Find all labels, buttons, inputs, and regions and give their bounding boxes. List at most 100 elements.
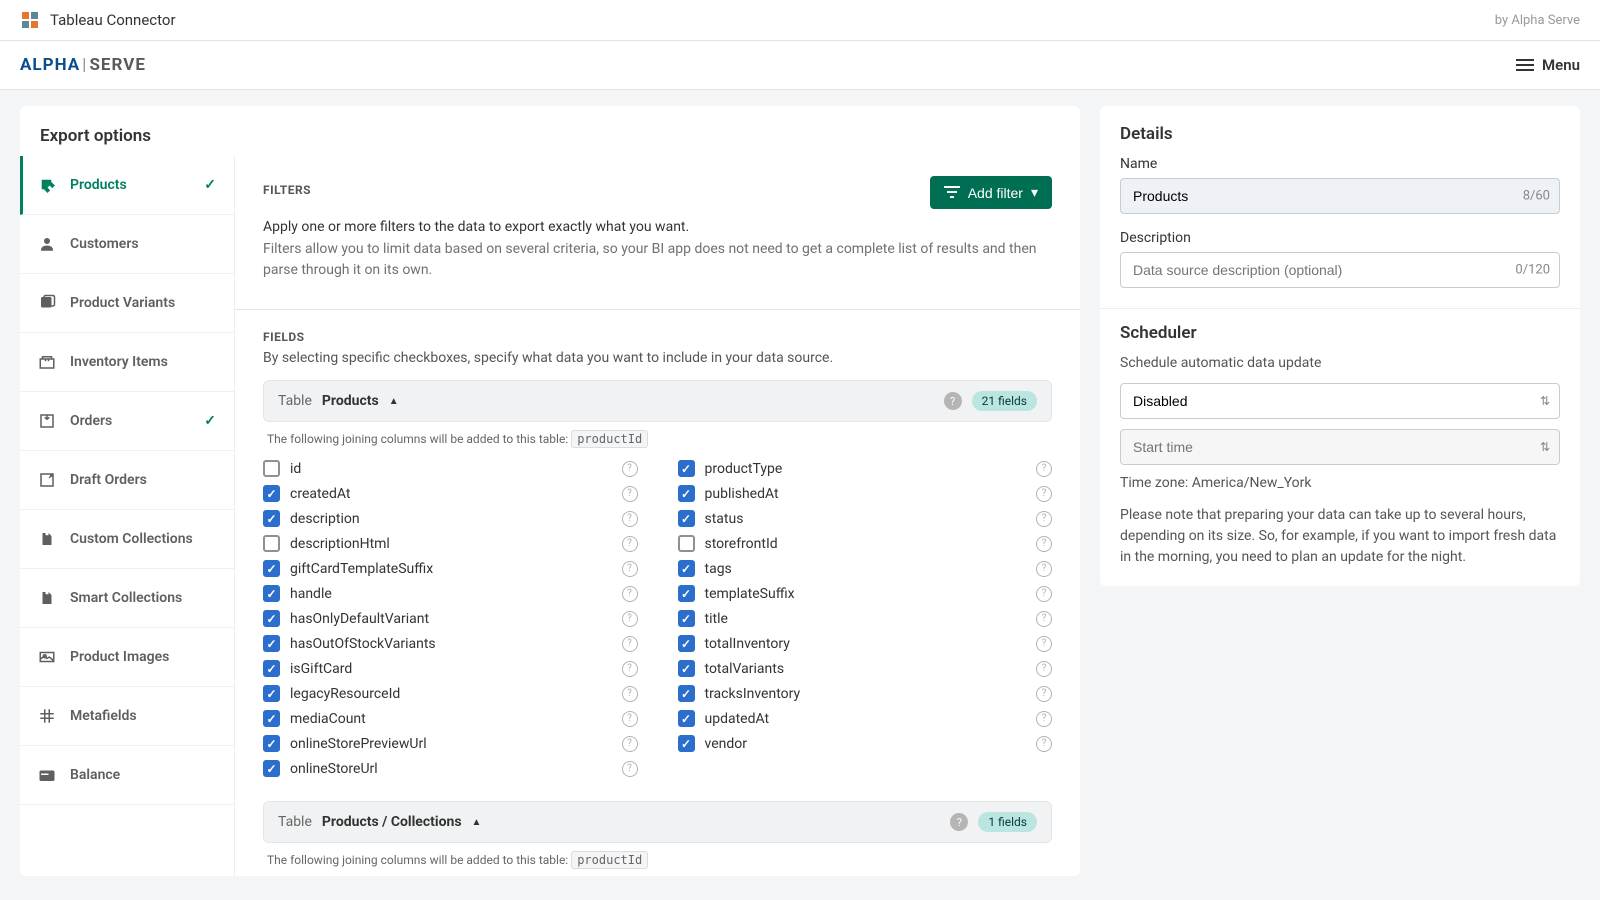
help-icon[interactable]: ? (1036, 661, 1052, 677)
help-icon[interactable]: ? (1036, 736, 1052, 752)
help-icon[interactable]: ? (1036, 461, 1052, 477)
add-filter-button[interactable]: Add filter ▾ (930, 176, 1052, 209)
scheduler-note: Please note that preparing your data can… (1120, 505, 1560, 568)
help-icon[interactable]: ? (950, 813, 968, 831)
help-icon[interactable]: ? (944, 392, 962, 410)
field-checkbox[interactable] (678, 510, 695, 527)
field-checkbox[interactable] (678, 560, 695, 577)
help-icon[interactable]: ? (622, 611, 638, 627)
help-icon[interactable]: ? (1036, 561, 1052, 577)
sidebar-item-customers[interactable]: Customers (20, 215, 234, 274)
help-icon[interactable]: ? (1036, 686, 1052, 702)
sidebar-item-balance[interactable]: Balance (20, 746, 234, 805)
name-input[interactable] (1120, 178, 1560, 214)
help-icon[interactable]: ? (622, 736, 638, 752)
scheduler-mode-select[interactable]: Disabled (1120, 383, 1560, 419)
table-header-collections[interactable]: Table Products / Collections ▲ ? 1 field… (263, 801, 1052, 843)
sidebar-icon (38, 471, 56, 489)
field-checkbox[interactable] (263, 710, 280, 727)
desc-input[interactable] (1120, 252, 1560, 288)
field-checkbox[interactable] (263, 485, 280, 502)
help-icon[interactable]: ? (1036, 586, 1052, 602)
field-checkbox[interactable] (678, 460, 695, 477)
help-icon[interactable]: ? (622, 636, 638, 652)
sidebar-icon (38, 589, 56, 607)
field-checkbox[interactable] (678, 710, 695, 727)
divider (235, 309, 1080, 310)
help-icon[interactable]: ? (622, 511, 638, 527)
sidebar-icon (38, 294, 56, 312)
field-item: legacyResourceId? (263, 681, 638, 706)
help-icon[interactable]: ? (1036, 636, 1052, 652)
joining-note-text: The following joining columns will be ad… (267, 432, 568, 446)
field-checkbox[interactable] (678, 735, 695, 752)
sidebar-item-products[interactable]: Products✓ (20, 156, 234, 215)
help-icon[interactable]: ? (622, 661, 638, 677)
field-checkbox[interactable] (263, 585, 280, 602)
sidebar-icon (38, 530, 56, 548)
field-checkbox[interactable] (263, 660, 280, 677)
table-header-products[interactable]: Table Products ▲ ? 21 fields (263, 380, 1052, 422)
sidebar-item-smart-collections[interactable]: Smart Collections (20, 569, 234, 628)
filter-icon (944, 185, 960, 201)
add-filter-label: Add filter (968, 185, 1023, 201)
app-title: Tableau Connector (50, 11, 176, 29)
field-checkbox[interactable] (678, 585, 695, 602)
help-icon[interactable]: ? (622, 711, 638, 727)
field-checkbox[interactable] (263, 560, 280, 577)
sidebar-item-label: Products (70, 177, 127, 193)
content: FILTERS Add filter ▾ Apply one or more f… (235, 156, 1080, 876)
select-caret-icon: ⇅ (1540, 440, 1550, 454)
field-name: onlineStoreUrl (290, 761, 612, 777)
sidebar-item-custom-collections[interactable]: Custom Collections (20, 510, 234, 569)
field-checkbox[interactable] (678, 660, 695, 677)
field-checkbox[interactable] (263, 635, 280, 652)
field-checkbox[interactable] (263, 460, 280, 477)
field-name: isGiftCard (290, 661, 612, 677)
help-icon[interactable]: ? (622, 486, 638, 502)
sidebar-item-label: Customers (70, 236, 139, 252)
field-checkbox[interactable] (263, 510, 280, 527)
field-item: totalVariants? (678, 656, 1053, 681)
sidebar-item-product-variants[interactable]: Product Variants (20, 274, 234, 333)
help-icon[interactable]: ? (622, 561, 638, 577)
field-item: hasOnlyDefaultVariant? (263, 606, 638, 631)
field-checkbox[interactable] (678, 485, 695, 502)
field-checkbox[interactable] (678, 635, 695, 652)
help-icon[interactable]: ? (1036, 536, 1052, 552)
field-item: totalInventory? (678, 631, 1053, 656)
sidebar-item-product-images[interactable]: Product Images (20, 628, 234, 687)
menu-button[interactable]: Menu (1516, 56, 1580, 74)
help-icon[interactable]: ? (1036, 486, 1052, 502)
help-icon[interactable]: ? (622, 536, 638, 552)
field-name: publishedAt (705, 486, 1027, 502)
field-checkbox[interactable] (678, 610, 695, 627)
field-checkbox[interactable] (263, 535, 280, 552)
field-checkbox[interactable] (263, 685, 280, 702)
card-divider (1100, 308, 1580, 309)
help-icon[interactable]: ? (1036, 611, 1052, 627)
help-icon[interactable]: ? (622, 586, 638, 602)
filters-desc: Filters allow you to limit data based on… (263, 239, 1052, 281)
field-checkbox[interactable] (678, 535, 695, 552)
sidebar-item-draft-orders[interactable]: Draft Orders (20, 451, 234, 510)
sidebar-item-orders[interactable]: Orders✓ (20, 392, 234, 451)
help-icon[interactable]: ? (1036, 711, 1052, 727)
sidebar-icon (38, 176, 56, 194)
caret-up-icon: ▲ (389, 396, 399, 407)
help-icon[interactable]: ? (622, 686, 638, 702)
help-icon[interactable]: ? (622, 761, 638, 777)
field-checkbox[interactable] (263, 760, 280, 777)
field-name: tracksInventory (705, 686, 1027, 702)
help-icon[interactable]: ? (1036, 511, 1052, 527)
help-icon[interactable]: ? (622, 461, 638, 477)
panel-title: Export options (20, 106, 1080, 156)
field-name: totalVariants (705, 661, 1027, 677)
sidebar-item-metafields[interactable]: Metafields (20, 687, 234, 746)
header: ALPHA|SERVE Menu (0, 41, 1600, 90)
field-checkbox[interactable] (263, 735, 280, 752)
field-checkbox[interactable] (678, 685, 695, 702)
field-checkbox[interactable] (263, 610, 280, 627)
start-time-input[interactable] (1120, 429, 1560, 465)
sidebar-item-inventory-items[interactable]: Inventory Items (20, 333, 234, 392)
